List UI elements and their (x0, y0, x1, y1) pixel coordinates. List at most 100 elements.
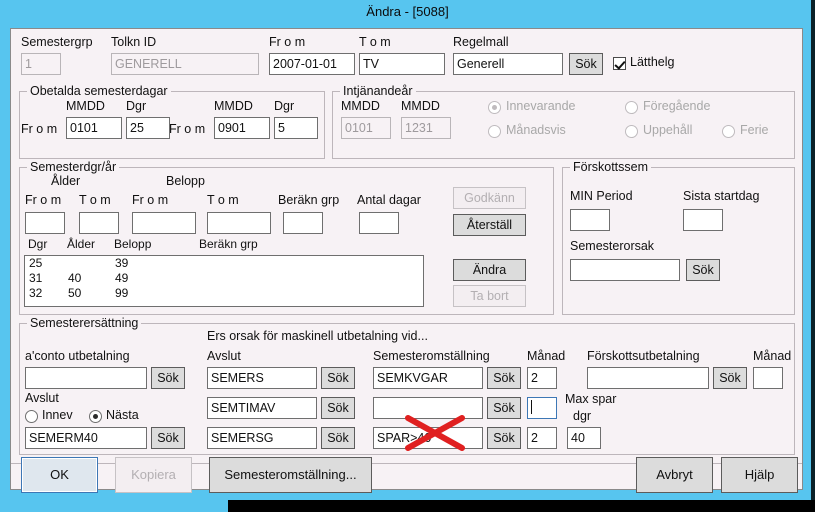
radio-avslut-innev[interactable] (25, 410, 38, 423)
forskottssem-group-title: Förskottssem (570, 160, 652, 174)
header-tom-label: T o m (359, 35, 391, 49)
semesterdgr-belopp-tom-label: T o m (207, 193, 239, 207)
table-row[interactable]: 31 40 49 (25, 271, 423, 286)
avslut-row-sok-2[interactable]: Sök (321, 397, 355, 419)
row-alder: 50 (68, 286, 82, 300)
radio-innevarande[interactable] (488, 101, 501, 114)
omstallning-row-field-2[interactable] (373, 397, 483, 419)
semesterdgr-alder-from-field[interactable] (25, 212, 65, 234)
list-col-dgr: Dgr (28, 237, 48, 251)
obetalda-mmdd-field-1[interactable]: 0101 (66, 117, 122, 139)
forskottsutbetalning-field[interactable] (587, 367, 709, 389)
sista-startdag-field[interactable] (683, 209, 723, 231)
avslut-row-sok-1[interactable]: Sök (321, 367, 355, 389)
semesterdgr-belopp-tom-field[interactable] (207, 212, 271, 234)
aconto-field[interactable] (25, 367, 147, 389)
avslut-radio-group-label: Avslut (25, 391, 59, 405)
header-from-field[interactable]: 2007-01-01 (269, 53, 355, 75)
obetalda-mmdd-label-1: MMDD (66, 99, 105, 113)
radio-foregaende-label: Föregående (643, 99, 711, 113)
avslut-code-field[interactable]: SEMERM40 (25, 427, 147, 449)
kopiera-button[interactable]: Kopiera (115, 457, 192, 493)
dialog-client-area: Semestergrp 1 Tolkn ID GENERELL Fr o m 2… (10, 28, 803, 493)
tolkn-id-field[interactable]: GENERELL (111, 53, 259, 75)
header-from-label: Fr o m (269, 35, 306, 49)
omstallning-manad-field-3[interactable]: 2 (527, 427, 557, 449)
radio-avslut-nasta-label: Nästa (106, 408, 139, 422)
semesterdgr-berakn-grp-field[interactable] (283, 212, 323, 234)
table-row[interactable]: 32 50 99 (25, 286, 423, 301)
semesterdgr-alder-label: Ålder (51, 174, 81, 188)
list-col-alder: Ålder (67, 237, 96, 251)
omstallning-manad-field-2[interactable] (527, 397, 557, 419)
avbryt-button[interactable]: Avbryt (636, 457, 713, 493)
min-period-field[interactable] (570, 209, 610, 231)
forskottsutbetalning-sok-button[interactable]: Sök (713, 367, 747, 389)
obetalda-from-label-2: Fr o m (169, 122, 206, 136)
row-dgr: 31 (29, 271, 43, 285)
ok-button[interactable]: OK (21, 457, 98, 493)
obetalda-dgr-field-1[interactable]: 25 (126, 117, 170, 139)
header-tom-field[interactable]: TV (359, 53, 445, 75)
list-col-berakn-grp: Beräkn grp (199, 237, 258, 251)
intjanandear-mmdd-label-2: MMDD (401, 99, 440, 113)
window-right-edge (811, 0, 815, 500)
semesterorsak-field[interactable] (570, 259, 680, 281)
semesterersattning-group-title: Semesterersättning (27, 316, 142, 330)
col-semesteromstallning-label: Semesteromställning (373, 349, 490, 363)
omstallning-manad-field-1[interactable]: 2 (527, 367, 557, 389)
aterstall-button[interactable]: Återställ (453, 214, 526, 236)
radio-manadsvis-label: Månadsvis (506, 123, 566, 137)
row-belopp: 99 (115, 286, 129, 300)
tolkn-id-label: Tolkn ID (111, 35, 157, 49)
radio-foregaende[interactable] (625, 101, 638, 114)
latthelg-checkbox[interactable] (613, 57, 626, 70)
semesterdgr-listbox[interactable]: 25 39 31 40 49 32 50 99 (24, 255, 424, 307)
row-belopp: 49 (115, 271, 129, 285)
radio-ferie[interactable] (722, 125, 735, 138)
hjalp-button[interactable]: Hjälp (721, 457, 798, 493)
omstallning-row-sok-1[interactable]: Sök (487, 367, 521, 389)
omstallning-row-sok-3[interactable]: Sök (487, 427, 521, 449)
forskottsutbetalning-manad-field[interactable] (753, 367, 783, 389)
avslut-row-sok-3[interactable]: Sök (321, 427, 355, 449)
avslut-row-field-2[interactable]: SEMTIMAV (207, 397, 317, 419)
avslut-row-field-3[interactable]: SEMERSG (207, 427, 317, 449)
semesterdgr-belopp-from-label: Fr o m (132, 193, 169, 207)
radio-manadsvis[interactable] (488, 125, 501, 138)
avslut-code-sok-button[interactable]: Sök (151, 427, 185, 449)
obetalda-dgr-field-2[interactable]: 5 (274, 117, 318, 139)
avslut-row-field-1[interactable]: SEMERS (207, 367, 317, 389)
obetalda-group-title: Obetalda semesterdagar (27, 84, 171, 98)
semesterdgr-antal-dagar-field[interactable] (359, 212, 399, 234)
intjanandear-group-title: Intjänandeår (340, 84, 416, 98)
semesterdgr-belopp-from-field[interactable] (132, 212, 196, 234)
ta-bort-button[interactable]: Ta bort (453, 285, 526, 307)
intjanandear-mmdd-field-2[interactable]: 1231 (401, 117, 451, 139)
omstallning-row-sok-2[interactable]: Sök (487, 397, 521, 419)
regelmall-label: Regelmall (453, 35, 509, 49)
semestergrp-field[interactable]: 1 (21, 53, 61, 75)
max-spar-dgr-field[interactable]: 40 (567, 427, 601, 449)
regelmall-sok-button[interactable]: Sök (569, 53, 603, 75)
obetalda-mmdd-field-2[interactable]: 0901 (214, 117, 270, 139)
radio-uppehall[interactable] (625, 125, 638, 138)
table-row[interactable]: 25 39 (25, 256, 423, 271)
row-belopp: 39 (115, 256, 129, 270)
radio-ferie-label: Ferie (740, 123, 769, 137)
semesterdgr-alder-tom-field[interactable] (79, 212, 119, 234)
omstallning-row-field-3[interactable]: SPAR>40 (373, 427, 483, 449)
regelmall-field[interactable]: Generell (453, 53, 563, 75)
obetalda-from-label-1: Fr o m (21, 122, 58, 136)
min-period-label: MIN Period (570, 189, 633, 203)
ers-orsak-header: Ers orsak för maskinell utbetalning vid.… (207, 329, 428, 343)
omstallning-row-field-1[interactable]: SEMKVGAR (373, 367, 483, 389)
intjanandear-mmdd-field-1[interactable]: 0101 (341, 117, 391, 139)
radio-innevarande-label: Innevarande (506, 99, 576, 113)
radio-avslut-nasta[interactable] (89, 410, 102, 423)
andra-button[interactable]: Ändra (453, 259, 526, 281)
semesterorsak-sok-button[interactable]: Sök (686, 259, 720, 281)
godkann-button[interactable]: Godkänn (453, 187, 526, 209)
aconto-sok-button[interactable]: Sök (151, 367, 185, 389)
semesteromstallning-button[interactable]: Semesteromställning... (209, 457, 372, 493)
